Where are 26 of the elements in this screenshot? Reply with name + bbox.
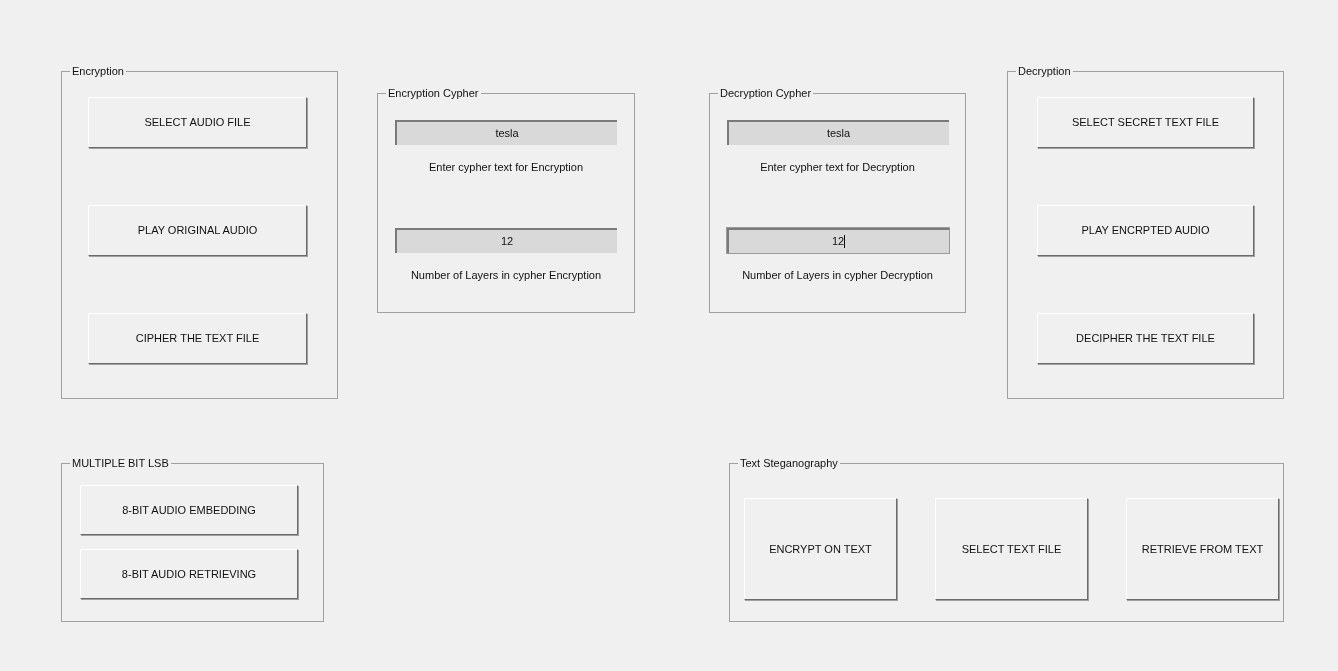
action-button[interactable]: ENCRYPT ON TEXT bbox=[744, 498, 897, 600]
action-button[interactable]: SELECT AUDIO FILE bbox=[88, 97, 307, 148]
text-caret-icon bbox=[844, 234, 846, 248]
panel-title: Decryption Cypher bbox=[719, 86, 813, 100]
input-field[interactable]: 12 bbox=[395, 227, 617, 253]
action-button[interactable]: PLAY ORIGINAL AUDIO bbox=[88, 205, 307, 256]
input-field[interactable]: tesla bbox=[726, 120, 949, 145]
action-button[interactable]: 8-BIT AUDIO RETRIEVING bbox=[80, 549, 298, 599]
action-button[interactable]: PLAY ENCRPTED AUDIO bbox=[1037, 205, 1254, 256]
panel-title: Decryption bbox=[1017, 64, 1072, 78]
action-button[interactable]: DECIPHER THE TEXT FILE bbox=[1037, 313, 1254, 364]
action-button[interactable]: 8-BIT AUDIO EMBEDDING bbox=[80, 485, 298, 535]
panel-title: Encryption bbox=[71, 64, 125, 78]
panel-title: MULTIPLE BIT LSB bbox=[71, 456, 170, 470]
field-label: Number of Layers in cypher Decryption bbox=[742, 267, 933, 283]
action-button[interactable]: SELECT TEXT FILE bbox=[935, 498, 1088, 600]
input-field[interactable]: 12 bbox=[726, 227, 949, 253]
action-button[interactable]: RETRIEVE FROM TEXT bbox=[1126, 498, 1279, 600]
field-label: Enter cypher text for Encryption bbox=[428, 160, 584, 175]
field-label: Number of Layers in cypher Encryption bbox=[410, 267, 602, 283]
action-button[interactable]: CIPHER THE TEXT FILE bbox=[88, 313, 307, 364]
field-label: Enter cypher text for Decryption bbox=[760, 160, 915, 175]
input-field[interactable]: tesla bbox=[395, 120, 617, 145]
action-button[interactable]: SELECT SECRET TEXT FILE bbox=[1037, 97, 1254, 148]
panel-title: Text Steganography bbox=[739, 456, 839, 470]
panel-title: Encryption Cypher bbox=[387, 86, 480, 100]
